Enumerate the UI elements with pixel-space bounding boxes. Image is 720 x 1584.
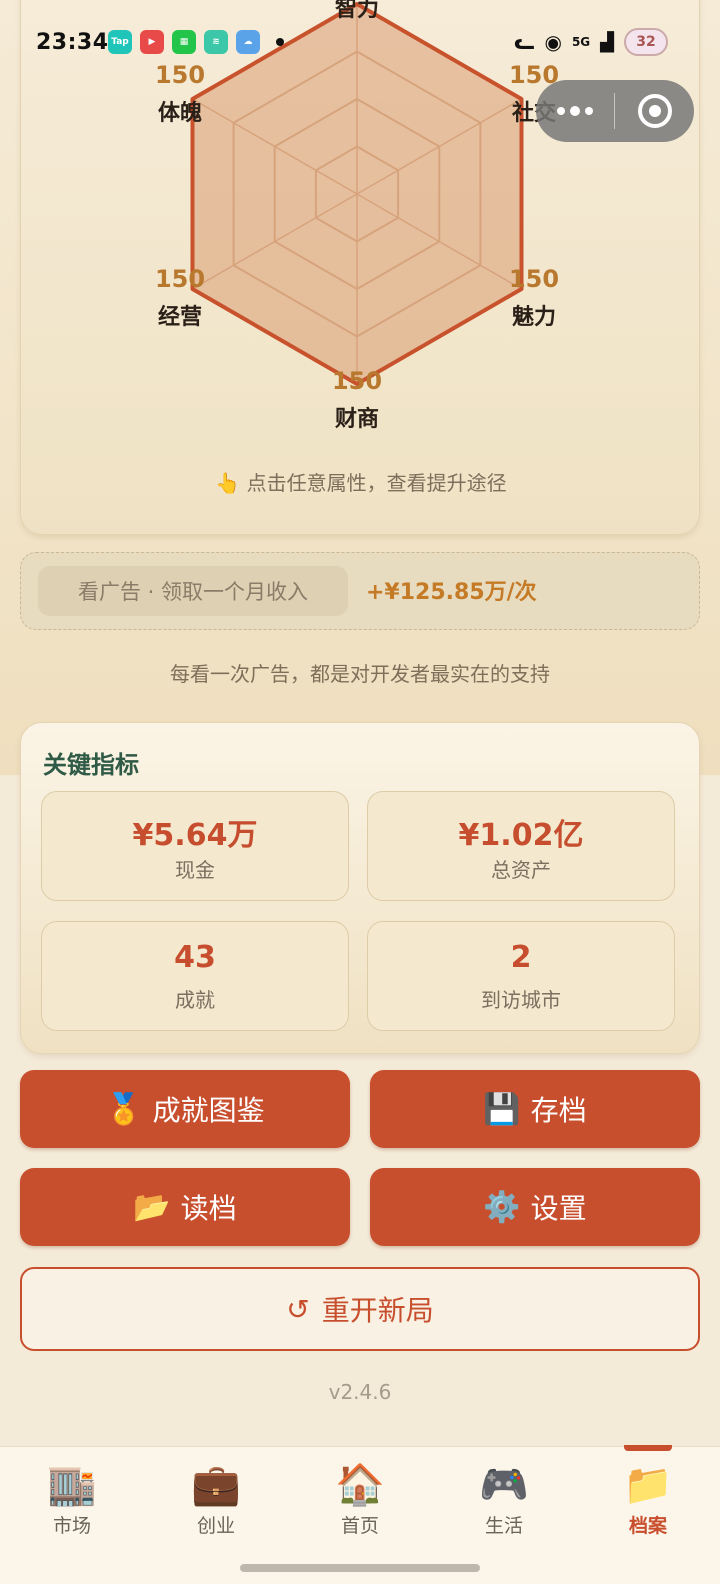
leaf-app-icon: ≋	[204, 30, 228, 54]
metric-cities-visited: 2 到访城市	[367, 921, 675, 1031]
support-text: 每看一次广告，都是对开发者最实在的支持	[170, 662, 550, 686]
miniprogram-capsule	[536, 80, 694, 142]
tab-life-label: 生活	[484, 1515, 523, 1537]
weather-icon: ☁	[236, 30, 260, 54]
metric-total-assets-label: 总资产	[491, 858, 551, 882]
restart-icon: ↺	[286, 1292, 310, 1326]
network-label: 5G	[571, 35, 591, 49]
metric-achievements-label: 成就	[175, 988, 215, 1012]
gear-icon: ⚙️	[483, 1189, 521, 1225]
metric-cities-visited-label: 到访城市	[481, 988, 561, 1012]
status-bar: 23:34 Tap ▶ ▦ ≋ ☁ ᓚ ◉ 5G ▟ 32	[0, 0, 720, 88]
tab-startup[interactable]: 💼 创业	[144, 1447, 288, 1557]
tab-startup-label: 创业	[196, 1515, 235, 1537]
restart-button-label: 重开新局	[321, 1294, 434, 1327]
pet-icon: ᓚ	[514, 29, 535, 55]
signal-icon: ▟	[600, 31, 614, 53]
metric-cash-label: 现金	[175, 858, 215, 882]
tab-archive-label: 档案	[628, 1515, 667, 1537]
ad-reward-amount: +¥125.85万/次	[366, 580, 537, 605]
tab-market[interactable]: 🏬 市场	[0, 1447, 144, 1557]
watch-ad-button[interactable]: 看广告 · 领取一个月收入	[38, 566, 348, 616]
ad-reward-bar: 看广告 · 领取一个月收入 +¥125.85万/次	[20, 552, 700, 630]
tab-life[interactable]: 🎮 生活	[432, 1447, 576, 1557]
metric-total-assets-value: ¥1.02亿	[458, 818, 584, 853]
tab-archive[interactable]: 📁 档案	[576, 1445, 720, 1557]
achievements-button[interactable]: 🏅 成就图鉴	[20, 1070, 350, 1148]
floppy-disk-icon: 💾	[483, 1091, 521, 1127]
metrics-title: 关键指标	[43, 751, 139, 779]
briefcase-icon: 💼	[191, 1462, 241, 1508]
key-metrics-card: 关键指标 ¥5.64万 现金 ¥1.02亿 总资产 43 成就 2 到访城市	[20, 722, 700, 1054]
save-button[interactable]: 💾 存档	[370, 1070, 700, 1148]
battery-icon: 32	[624, 28, 668, 56]
tap-icon: Tap	[108, 30, 132, 54]
attr-value-meili[interactable]: 150	[494, 265, 574, 293]
restart-game-button[interactable]: ↺ 重开新局	[20, 1267, 700, 1351]
load-button-label: 读档	[180, 1192, 237, 1225]
metric-cities-visited-value: 2	[510, 940, 532, 975]
video-icon: ▶	[140, 30, 164, 54]
save-button-label: 存档	[530, 1094, 587, 1127]
wifi-icon: ◉	[544, 30, 562, 54]
home-indicator	[240, 1564, 480, 1572]
settings-button[interactable]: ⚙️ 设置	[370, 1168, 700, 1246]
pointing-hand-icon: 👆	[215, 471, 241, 495]
load-button[interactable]: 📂 读档	[20, 1168, 350, 1246]
more-menu-icon[interactable]	[536, 80, 614, 142]
tab-market-label: 市场	[52, 1515, 91, 1537]
settings-button-label: 设置	[530, 1192, 587, 1225]
attr-value-caishang[interactable]: 150	[317, 367, 397, 395]
attr-label-caishang[interactable]: 财商	[317, 401, 397, 433]
notification-dot-icon	[276, 38, 284, 46]
folder-icon: 📁	[623, 1462, 673, 1508]
radar-hint: 👆 点击任意属性，查看提升途径	[21, 467, 701, 496]
metric-achievements-value: 43	[174, 940, 216, 975]
tab-home[interactable]: 🏠 首页	[288, 1447, 432, 1557]
status-app-icons: Tap ▶ ▦ ≋ ☁	[108, 30, 284, 54]
attr-label-jingying[interactable]: 经营	[140, 299, 220, 331]
grid-app-icon: ▦	[172, 30, 196, 54]
close-miniprogram-icon[interactable]	[615, 94, 694, 128]
game-controller-icon: 🎮	[479, 1462, 529, 1508]
battery-level: 32	[636, 34, 656, 50]
active-tab-indicator	[624, 1445, 672, 1451]
metric-total-assets: ¥1.02亿 总资产	[367, 791, 675, 901]
metric-cash-value: ¥5.64万	[132, 818, 258, 853]
version-label: v2.4.6	[328, 1380, 392, 1404]
metric-achievements: 43 成就	[41, 921, 349, 1031]
open-folder-icon: 📂	[133, 1189, 171, 1225]
achievements-button-label: 成就图鉴	[152, 1094, 265, 1127]
attr-value-jingying[interactable]: 150	[140, 265, 220, 293]
tab-home-label: 首页	[340, 1515, 379, 1537]
status-time: 23:34	[36, 30, 109, 55]
metric-cash: ¥5.64万 现金	[41, 791, 349, 901]
house-icon: 🏠	[335, 1462, 385, 1508]
radar-hint-text: 点击任意属性，查看提升途径	[246, 471, 507, 495]
status-indicators: ᓚ ◉ 5G ▟ 32	[514, 28, 668, 56]
attr-label-meili[interactable]: 魅力	[494, 299, 574, 331]
attr-label-tipo[interactable]: 体魄	[140, 95, 220, 127]
department-store-icon: 🏬	[47, 1462, 97, 1508]
medal-icon: 🏅	[105, 1091, 143, 1127]
